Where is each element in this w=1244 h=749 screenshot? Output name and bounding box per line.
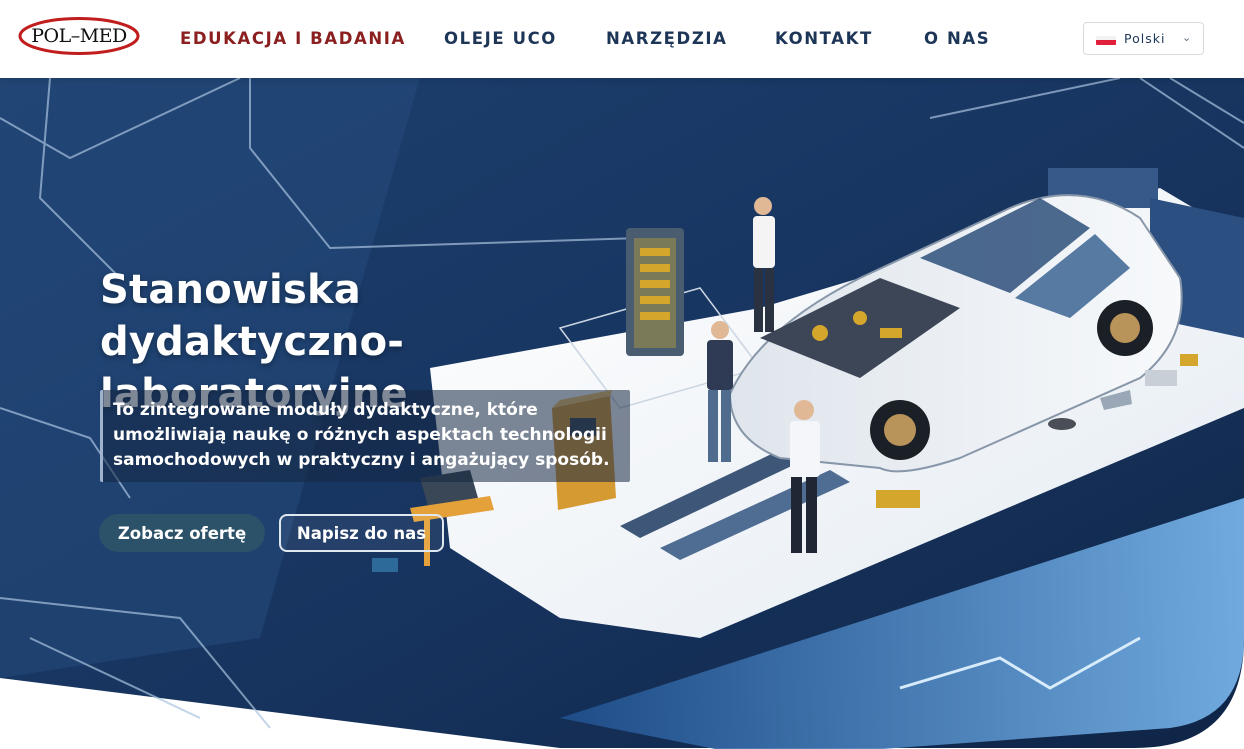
- nav-item-edukacja[interactable]: EDUKACJA I BADANIA: [180, 29, 406, 48]
- nav-item-o-nas[interactable]: O NAS: [924, 29, 990, 48]
- site-header: POL–MED EDUKACJA I BADANIA OLEJE UCO NAR…: [0, 0, 1244, 78]
- logo[interactable]: POL–MED: [18, 17, 140, 55]
- logo-text: POL–MED: [31, 25, 127, 47]
- hero-subtitle: To zintegrowane moduły dydaktyczne, któr…: [113, 400, 610, 470]
- chevron-down-icon: ⌄: [1182, 31, 1192, 44]
- language-select[interactable]: Polski ⌄: [1083, 22, 1204, 55]
- language-label: Polski: [1124, 31, 1166, 46]
- nav-item-narzedzia[interactable]: NARZĘDZIA: [606, 29, 728, 48]
- see-offer-button[interactable]: Zobacz ofertę: [99, 514, 265, 552]
- nav-item-oleje-uco[interactable]: OLEJE UCO: [444, 29, 557, 48]
- hero-subtitle-box: To zintegrowane moduły dydaktyczne, któr…: [100, 390, 630, 482]
- pl-flag-icon: [1096, 36, 1116, 45]
- hero-section: Stanowiska dydaktyczno-laboratoryjne To …: [0, 78, 1244, 749]
- contact-us-button[interactable]: Napisz do nas: [279, 514, 444, 552]
- nav-item-kontakt[interactable]: KONTAKT: [775, 29, 873, 48]
